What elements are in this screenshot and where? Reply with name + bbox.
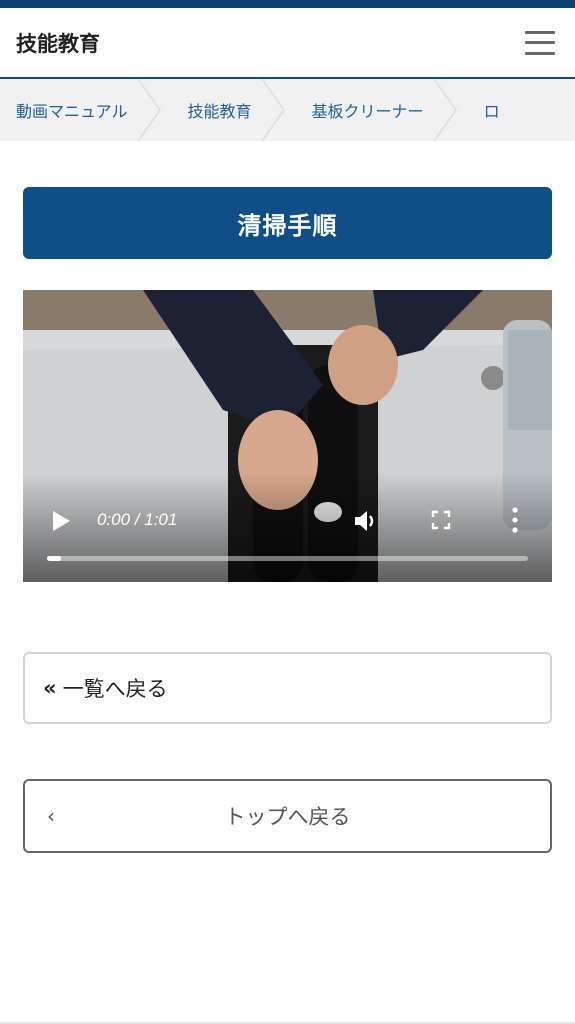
breadcrumb-item-video-manual[interactable]: 動画マニュアル (0, 79, 161, 141)
video-controls: 0:00 / 1:01 (23, 472, 552, 582)
back-to-list-label: 一覧へ戻る (62, 677, 168, 701)
video-player[interactable]: 0:00 / 1:01 (23, 290, 552, 582)
hamburger-menu-icon[interactable] (525, 30, 555, 55)
chevron-left-icon: ‹ (47, 804, 55, 828)
video-progress-bar[interactable] (47, 556, 528, 561)
back-to-top-label: トップへ戻る (224, 805, 351, 829)
video-progress-fill (47, 556, 61, 561)
fullscreen-icon[interactable] (431, 510, 451, 530)
main-content: 清掃手順 0:00 / 1:01 « 一覧へ戻る ‹ トップへ戻る (0, 141, 575, 853)
menu-line (525, 30, 555, 34)
site-header: 技能教育 (0, 8, 575, 79)
breadcrumb-item-label: ロ (483, 102, 500, 121)
page-title: 清掃手順 (237, 211, 338, 240)
breadcrumb-item-label: 動画マニュアル (16, 102, 128, 121)
breadcrumb: 動画マニュアル 技能教育 基板クリーナー ロ (0, 79, 575, 141)
menu-line (525, 51, 555, 55)
breadcrumb-item-label: 技能教育 (187, 102, 252, 121)
breadcrumb-item-board-cleaner[interactable]: 基板クリーナー (280, 79, 457, 141)
top-accent-bar (0, 0, 575, 8)
breadcrumb-item-label: 基板クリーナー (311, 102, 424, 121)
more-options-icon[interactable] (511, 506, 519, 534)
video-time: 0:00 / 1:01 (97, 510, 178, 529)
double-chevron-left-icon: « (43, 676, 57, 700)
menu-line (525, 41, 555, 44)
play-icon[interactable] (51, 510, 71, 532)
back-to-list-button[interactable]: « 一覧へ戻る (23, 652, 552, 724)
breadcrumb-item-current[interactable]: ロ (452, 79, 528, 141)
breadcrumb-item-skill-education[interactable]: 技能教育 (156, 79, 285, 141)
site-title[interactable]: 技能教育 (16, 28, 100, 58)
volume-icon[interactable] (353, 508, 379, 534)
back-to-top-button[interactable]: ‹ トップへ戻る (23, 779, 552, 853)
section-heading: 清掃手順 (23, 187, 552, 259)
